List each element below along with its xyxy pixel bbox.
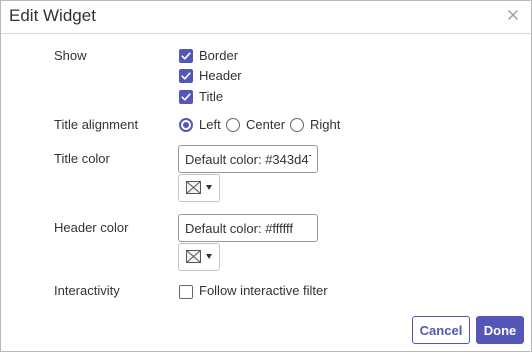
cancel-button[interactable]: Cancel xyxy=(412,316,470,344)
title-color-picker[interactable] xyxy=(178,174,220,202)
title-checkbox-label[interactable]: Title xyxy=(199,89,223,104)
close-icon[interactable] xyxy=(505,7,521,23)
caret-down-icon xyxy=(206,254,212,259)
title-color-input[interactable] xyxy=(178,145,318,173)
caret-down-icon xyxy=(206,185,212,190)
align-right-radio[interactable] xyxy=(290,118,304,132)
border-checkbox[interactable] xyxy=(179,49,193,63)
header-color-label: Header color xyxy=(54,220,129,235)
done-button[interactable]: Done xyxy=(476,316,524,344)
dialog-header: Edit Widget xyxy=(1,1,531,34)
no-color-swatch-icon xyxy=(186,181,201,194)
interactivity-label: Interactivity xyxy=(54,283,120,298)
align-center-radio[interactable] xyxy=(226,118,240,132)
dialog-title: Edit Widget xyxy=(9,6,96,25)
align-left-radio[interactable] xyxy=(179,118,193,132)
border-checkbox-label[interactable]: Border xyxy=(199,48,238,63)
header-color-picker[interactable] xyxy=(178,243,220,271)
checkmark-icon xyxy=(181,72,191,80)
show-label: Show xyxy=(54,48,87,63)
header-color-input[interactable] xyxy=(178,214,318,242)
no-color-swatch-icon xyxy=(186,250,201,263)
align-left-label[interactable]: Left xyxy=(199,117,221,132)
title-checkbox[interactable] xyxy=(179,90,193,104)
follow-interactive-filter-label[interactable]: Follow interactive filter xyxy=(199,283,328,298)
header-checkbox-label[interactable]: Header xyxy=(199,68,242,83)
follow-interactive-filter-checkbox[interactable] xyxy=(179,285,193,299)
title-alignment-label: Title alignment xyxy=(54,117,139,132)
checkmark-icon xyxy=(181,93,191,101)
align-center-label[interactable]: Center xyxy=(246,117,285,132)
edit-widget-dialog: Edit Widget Show Border Header Title Tit… xyxy=(0,0,532,352)
header-checkbox[interactable] xyxy=(179,69,193,83)
checkmark-icon xyxy=(181,52,191,60)
title-color-label: Title color xyxy=(54,151,110,166)
align-right-label[interactable]: Right xyxy=(310,117,340,132)
